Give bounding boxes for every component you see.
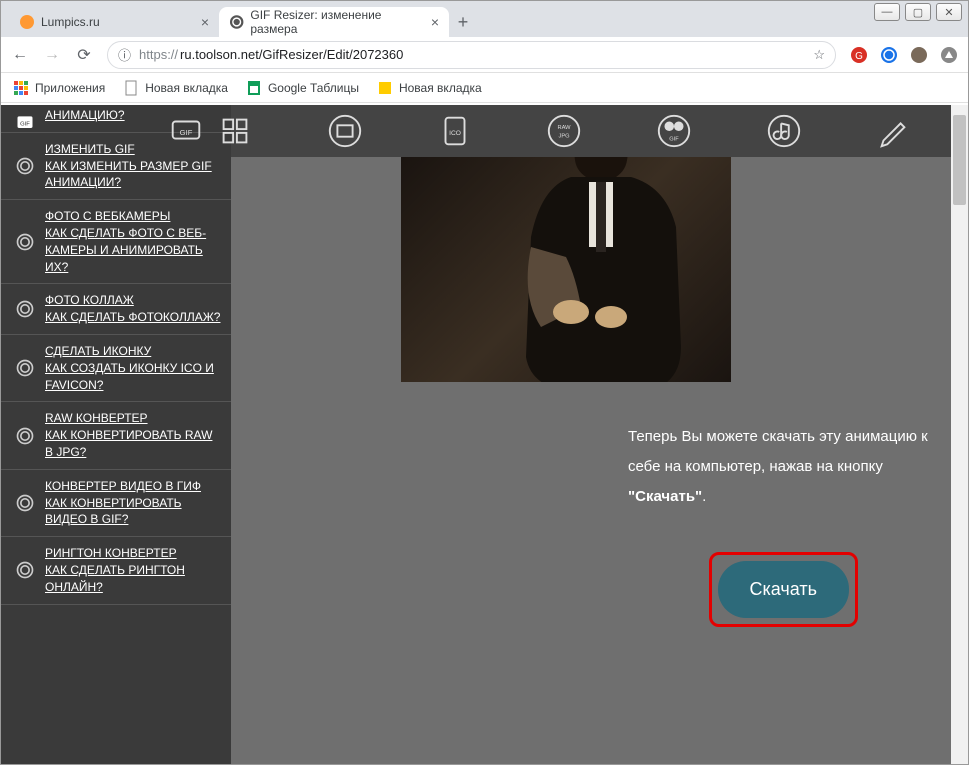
menu-icon[interactable] [940,46,958,64]
sidebar-desc[interactable]: КАК КОНВЕРТИРОВАТЬ RAW В JPG? [45,428,212,459]
sidebar-desc[interactable]: КАК СДЕЛАТЬ ФОТО С ВЕБ-КАМЕРЫ И АНИМИРОВ… [45,226,206,274]
spiral-icon [15,493,35,513]
extension-icon[interactable] [880,46,898,64]
sidebar-title[interactable]: ФОТО С ВЕБКАМЕРЫ [45,208,223,225]
sidebar-desc[interactable]: КАК ИЗМЕНИТЬ РАЗМЕР GIF АНИМАЦИИ? [45,159,212,190]
bm-label: Приложения [35,81,105,95]
sidebar-link[interactable]: АНИМАЦИЮ? [45,108,125,122]
address-bar[interactable]: ⓘ https:// ru.toolson.net/GifResizer/Edi… [107,41,836,69]
bm-label: Новая вкладка [399,81,482,95]
page-content: GIF АНИМАЦИЮ? ИЗМЕНИТЬ GIF КАК ИЗМЕНИТЬ … [1,105,968,764]
sidebar-title[interactable]: ФОТО КОЛЛАЖ [45,292,223,309]
sidebar-item[interactable]: РИНГТОН КОНВЕРТЕР КАК СДЕЛАТЬ РИНГТОН ОН… [1,537,231,604]
minimize-button[interactable]: — [874,3,900,21]
sidebar-desc[interactable]: КАК СОЗДАТЬ ИКОНКУ ICO И FAVICON? [45,361,214,392]
sidebar-item[interactable]: ФОТО КОЛЛАЖ КАК СДЕЛАТЬ ФОТОКОЛЛАЖ? [1,284,231,335]
sidebar-title[interactable]: КОНВЕРТЕР ВИДЕО В ГИФ [45,478,223,495]
tab-title: GIF Resizer: изменение размера [250,8,424,36]
url-protocol: https:// [139,47,178,62]
apps-icon [13,80,29,96]
sidebar: GIF АНИМАЦИЮ? ИЗМЕНИТЬ GIF КАК ИЗМЕНИТЬ … [1,105,231,764]
outer-scrollbar[interactable] [951,105,968,764]
scrollbar-thumb[interactable] [953,115,966,205]
spiral-icon [15,232,35,252]
sidebar-title[interactable]: RAW КОНВЕРТЕР [45,410,223,427]
svg-text:GIF: GIF [669,137,679,143]
gif-tool-icon: GIF [15,113,35,133]
svg-text:GIF: GIF [20,122,30,128]
svg-text:ICO: ICO [449,130,461,137]
window-controls: — ▢ ✕ [874,3,962,21]
download-text-bold: "Скачать" [628,488,702,505]
tab-close-icon[interactable]: × [431,14,439,30]
spiral-icon [15,358,35,378]
page-icon [377,80,393,96]
spiral-icon [15,156,35,176]
sidebar-item[interactable]: КОНВЕРТЕР ВИДЕО В ГИФ КАК КОНВЕРТИРОВАТЬ… [1,470,231,537]
tab-gifresizer[interactable]: GIF Resizer: изменение размера × [219,7,449,37]
raw-jpg-tool-icon[interactable]: RAW JPG [545,112,583,150]
sidebar-item[interactable]: СДЕЛАТЬ ИКОНКУ КАК СОЗДАТЬ ИКОНКУ ICO И … [1,335,231,402]
close-button[interactable]: ✕ [936,3,962,21]
svg-text:G: G [855,51,863,62]
pencil-tool-icon[interactable] [874,112,912,150]
person-silhouette [471,157,711,382]
bookmark-item[interactable]: Новая вкладка [377,80,482,96]
reload-icon[interactable]: ⟳ [75,45,93,65]
download-text-2: . [702,488,706,505]
download-text-1: Теперь Вы можете скачать эту анимацию к … [628,428,928,475]
download-button[interactable]: Скачать [718,561,850,618]
tab-close-icon[interactable]: × [201,14,209,30]
camera-tool-icon[interactable] [326,112,364,150]
new-tab-button[interactable]: + [449,12,477,33]
extension-icons: G [850,46,958,64]
profile-avatar-icon[interactable] [910,46,928,64]
maximize-button[interactable]: ▢ [905,3,931,21]
sidebar-item[interactable]: ФОТО С ВЕБКАМЕРЫ КАК СДЕЛАТЬ ФОТО С ВЕБ-… [1,200,231,284]
ico-tool-icon[interactable]: ICO [436,112,474,150]
sidebar-title[interactable]: РИНГТОН КОНВЕРТЕР [45,545,223,562]
forward-icon[interactable]: → [43,46,61,64]
spiral-icon [15,560,35,580]
icon-toolbar: GIF ICO RAWJPG GIF [231,105,968,157]
extension-icon[interactable]: G [850,46,868,64]
svg-text:RAW: RAW [558,125,572,131]
page-icon [123,80,139,96]
download-instruction: Теперь Вы можете скачать эту анимацию к … [628,422,928,512]
spiral-icon [15,299,35,319]
svg-text:JPG: JPG [559,134,570,140]
svg-text:GIF: GIF [179,128,192,137]
bm-label: Google Таблицы [268,81,359,95]
favicon-icon [229,14,244,30]
apps-button[interactable]: Приложения [13,80,105,96]
sidebar-desc[interactable]: КАК СДЕЛАТЬ ФОТОКОЛЛАЖ? [45,310,220,324]
spiral-icon [15,426,35,446]
address-row: ← → ⟳ ⓘ https:// ru.toolson.net/GifResiz… [1,37,968,73]
bookmark-star-icon[interactable]: ☆ [813,47,825,63]
music-tool-icon[interactable] [765,112,803,150]
gif-tool-icon[interactable]: GIF [167,112,205,150]
main-area: GIF ICO RAWJPG GIF [231,105,968,764]
grid-tool-icon[interactable] [216,112,254,150]
sidebar-title[interactable]: СДЕЛАТЬ ИКОНКУ [45,343,223,360]
bookmark-item[interactable]: Новая вкладка [123,80,228,96]
sidebar-desc[interactable]: КАК КОНВЕРТИРОВАТЬ ВИДЕО В GIF? [45,496,182,527]
gif-preview [401,157,731,382]
sidebar-item[interactable]: RAW КОНВЕРТЕР КАК КОНВЕРТИРОВАТЬ RAW В J… [1,402,231,469]
bookmarks-bar: Приложения Новая вкладка Google Таблицы … [1,73,968,103]
tab-lumpics[interactable]: Lumpics.ru × [9,7,219,37]
url-text: ru.toolson.net/GifResizer/Edit/2072360 [180,47,403,62]
sidebar-desc[interactable]: КАК СДЕЛАТЬ РИНГТОН ОНЛАЙН? [45,563,185,594]
bm-label: Новая вкладка [145,81,228,95]
info-icon[interactable]: ⓘ [118,45,131,64]
favicon-icon [19,14,35,30]
back-icon[interactable]: ← [11,46,29,64]
tab-title: Lumpics.ru [41,15,100,29]
video-gif-tool-icon[interactable]: GIF [655,112,693,150]
tab-strip: Lumpics.ru × GIF Resizer: изменение разм… [1,1,968,37]
download-button-highlight: Скачать [709,552,859,627]
bookmark-item[interactable]: Google Таблицы [246,80,359,96]
image-area: Теперь Вы можете скачать эту анимацию к … [231,157,968,764]
sheets-icon [246,80,262,96]
